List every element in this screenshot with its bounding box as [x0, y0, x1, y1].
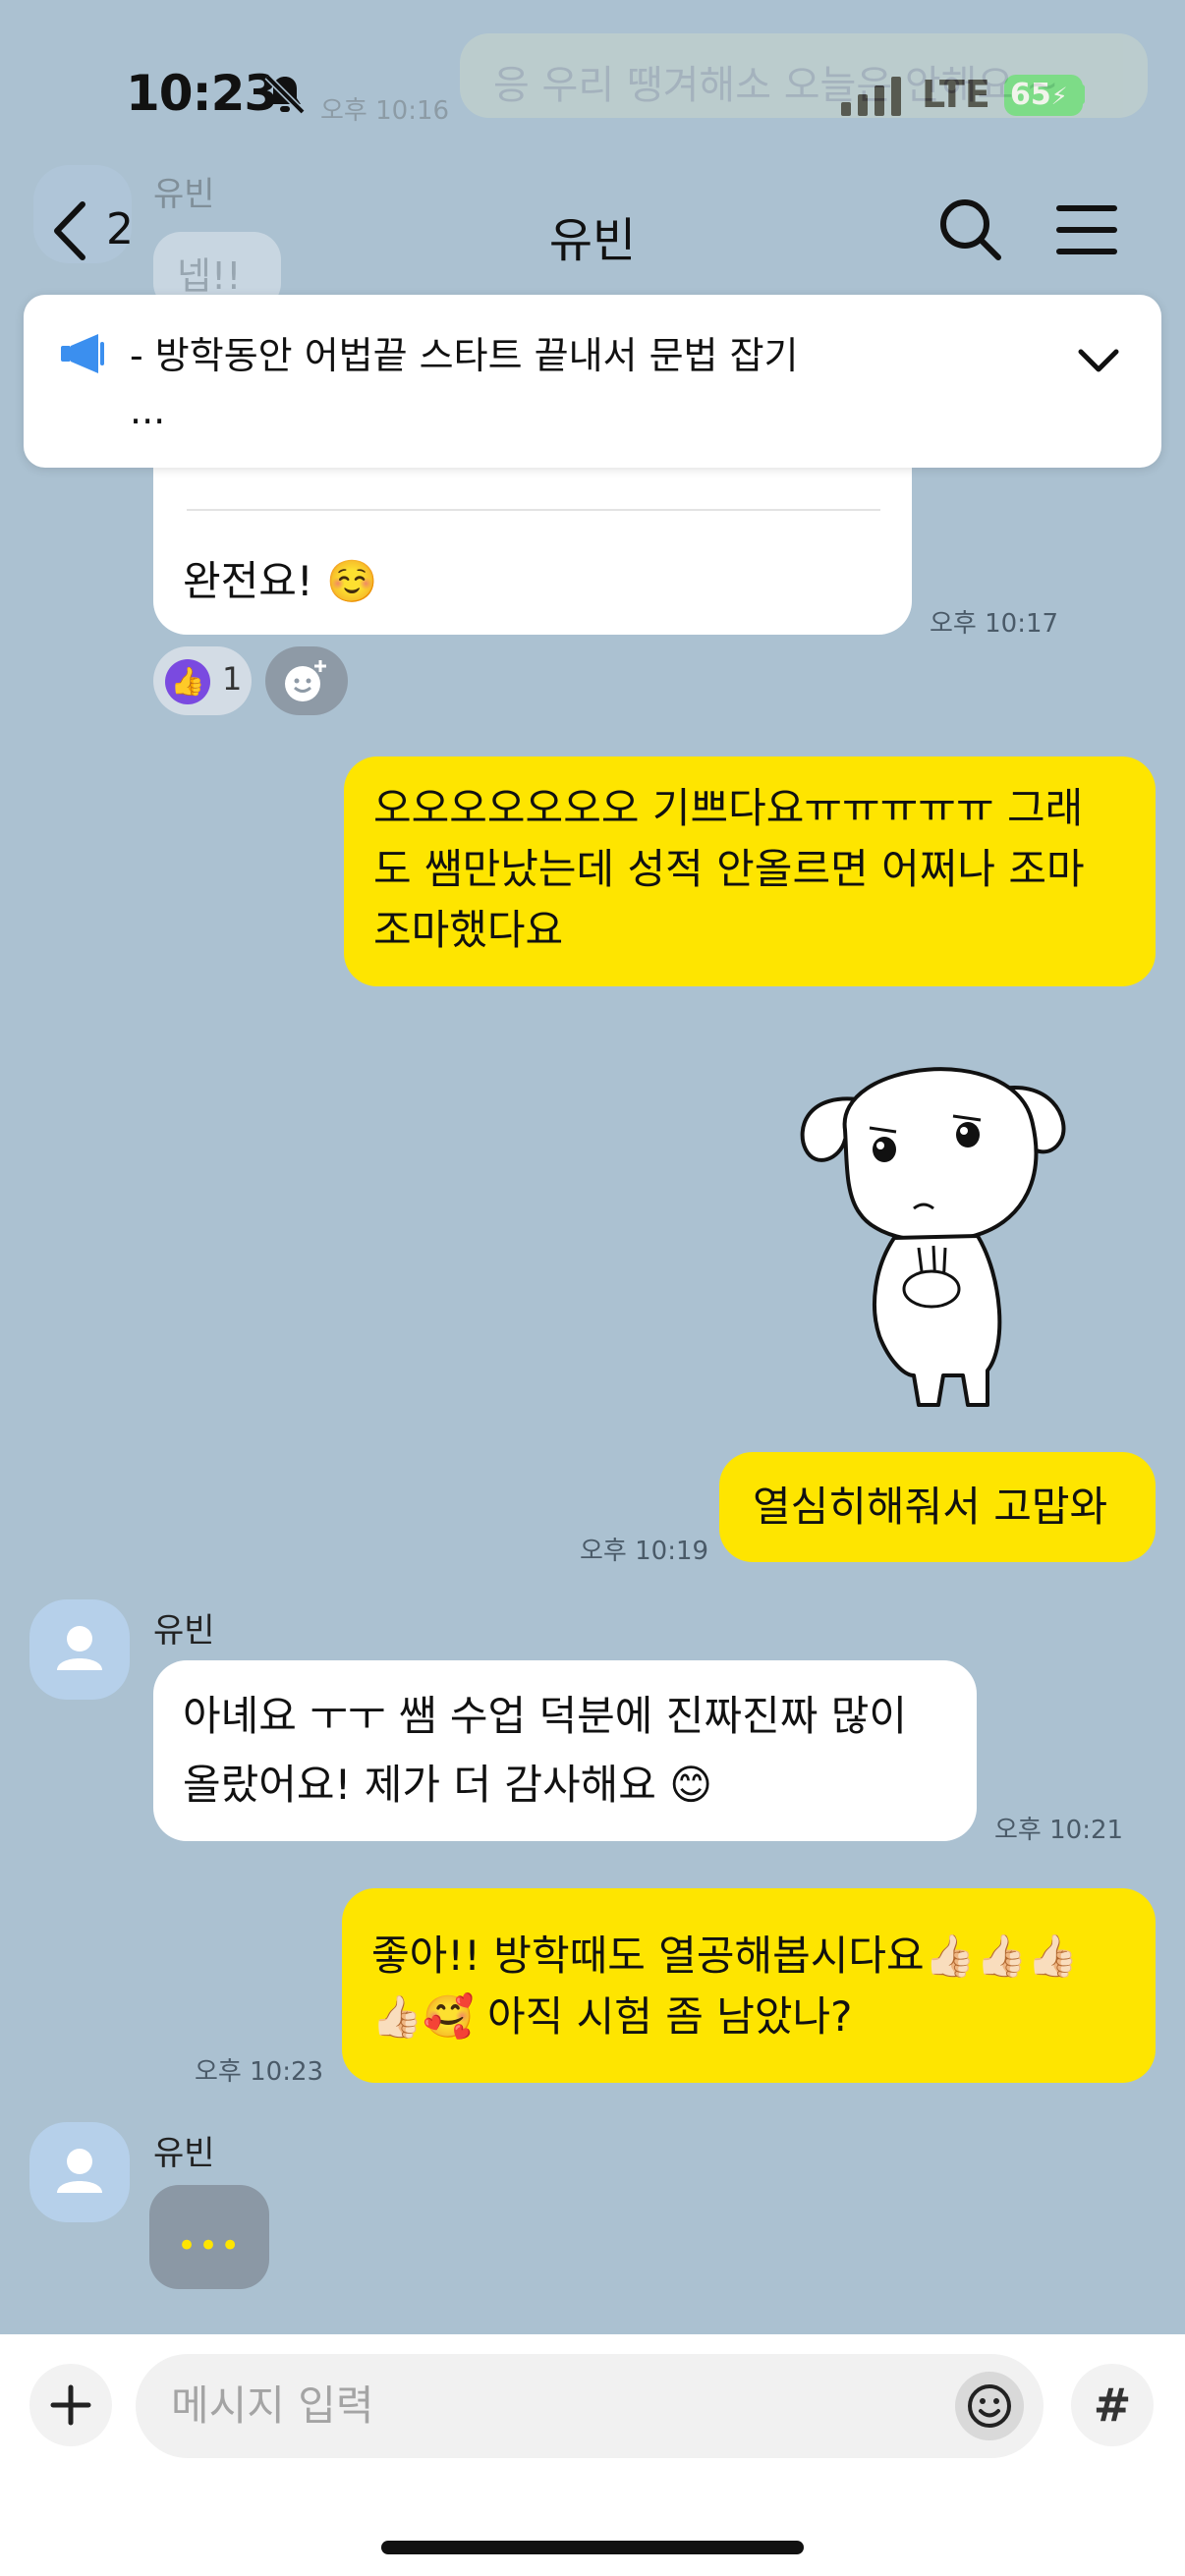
add-reaction-button[interactable] [265, 646, 348, 715]
message-time: 오후 10:17 [930, 609, 1059, 639]
sent-message-bubble[interactable]: 열심히해줘서 고맙와 [719, 1452, 1156, 1562]
smiley-icon [968, 2384, 1011, 2428]
message-time: 오후 10:19 [580, 1537, 709, 1566]
sender-name: 유빈 [153, 1611, 215, 1651]
hashtag-button[interactable]: # [1071, 2364, 1154, 2446]
chevron-down-icon[interactable] [1077, 346, 1120, 379]
plus-icon [50, 2384, 91, 2426]
reply-divider [187, 509, 880, 511]
avatar[interactable] [29, 2122, 130, 2222]
message-line: 오오오오오오오 기쁘다요ㅠㅠㅠㅠㅠ 그래 [373, 784, 1084, 832]
sent-message-bubble[interactable]: 오오오오오오오 기쁘다요ㅠㅠㅠㅠㅠ 그래 도 쌤만났는데 성적 안올르면 어쩌나… [344, 756, 1156, 986]
typing-dots: ••• [177, 2226, 243, 2266]
sender-name: 유빈 [153, 2134, 215, 2173]
puppy-sticker[interactable] [786, 1022, 1081, 1415]
sent-message-bubble[interactable]: 좋아!! 방학때도 열공해봅시다요👍🏻👍🏻👍🏻 👍🏻🥰 아직 시험 좀 남았나? [342, 1888, 1156, 2083]
home-indicator [381, 2541, 804, 2554]
status-time: 10:23 [126, 65, 278, 122]
notice-line-1: - 방학동안 어법끝 스타트 끝내서 문법 잡기 [130, 334, 799, 377]
search-button[interactable] [935, 195, 1006, 269]
message-input[interactable] [171, 2381, 859, 2430]
message-text: 열심히해줘서 고맙와 [753, 1483, 1108, 1531]
notice-text: - 방학동안 어법끝 스타트 끝내서 문법 잡기 ... [130, 328, 1063, 438]
user-icon [57, 2149, 102, 2193]
hamburger-menu-icon [1056, 205, 1117, 254]
user-icon [57, 1626, 102, 1670]
notice-line-2: ... [130, 389, 166, 432]
silent-bell-icon [263, 73, 307, 120]
attach-button[interactable] [29, 2364, 112, 2446]
message-line: 아녜요 ㅜㅜ 쌤 수업 덕분에 진짜진짜 많이 [183, 1692, 907, 1740]
message-time: 오후 10:23 [195, 2057, 324, 2087]
search-icon [940, 199, 1001, 260]
message-line: 도 쌤만났는데 성적 안올르면 어쩌나 조마 [373, 845, 1085, 893]
emoji-button[interactable] [955, 2372, 1024, 2440]
scrolled-message-time: 오후 10:16 [320, 96, 450, 126]
thumbs-up-icon: 👍 [165, 659, 210, 704]
like-reaction-chip[interactable]: 👍 1 [153, 646, 252, 715]
message-text: 완전요! ☺️ [183, 557, 378, 605]
chat-title: 유빈 [548, 213, 637, 268]
scrolled-message-bubble: 응 우리 땡겨해소 오늘은 안해요 ~ [460, 33, 1148, 118]
menu-button[interactable] [1055, 198, 1118, 265]
message-field[interactable] [136, 2354, 1044, 2458]
message-line: 좋아!! 방학때도 열공해봅시다요👍🏻👍🏻👍🏻 [371, 1932, 1079, 1980]
megaphone-icon [59, 332, 106, 379]
message-line: 조마했다요 [373, 906, 564, 954]
message-time: 오후 10:21 [994, 1816, 1124, 1845]
notice-banner[interactable]: - 방학동안 어법끝 스타트 끝내서 문법 잡기 ... [24, 295, 1161, 468]
avatar[interactable] [29, 1599, 130, 1700]
add-emoji-icon [285, 660, 326, 701]
reaction-count: 1 [222, 660, 243, 698]
message-line: 올랐어요! 제가 더 감사해요 😊 [183, 1761, 713, 1809]
typing-indicator: ••• [149, 2185, 269, 2289]
received-message-bubble[interactable]: 아녜요 ㅜㅜ 쌤 수업 덕분에 진짜진짜 많이 올랐어요! 제가 더 감사해요 … [153, 1660, 977, 1841]
message-line: 👍🏻🥰 아직 시험 좀 남았나? [371, 1992, 853, 2041]
